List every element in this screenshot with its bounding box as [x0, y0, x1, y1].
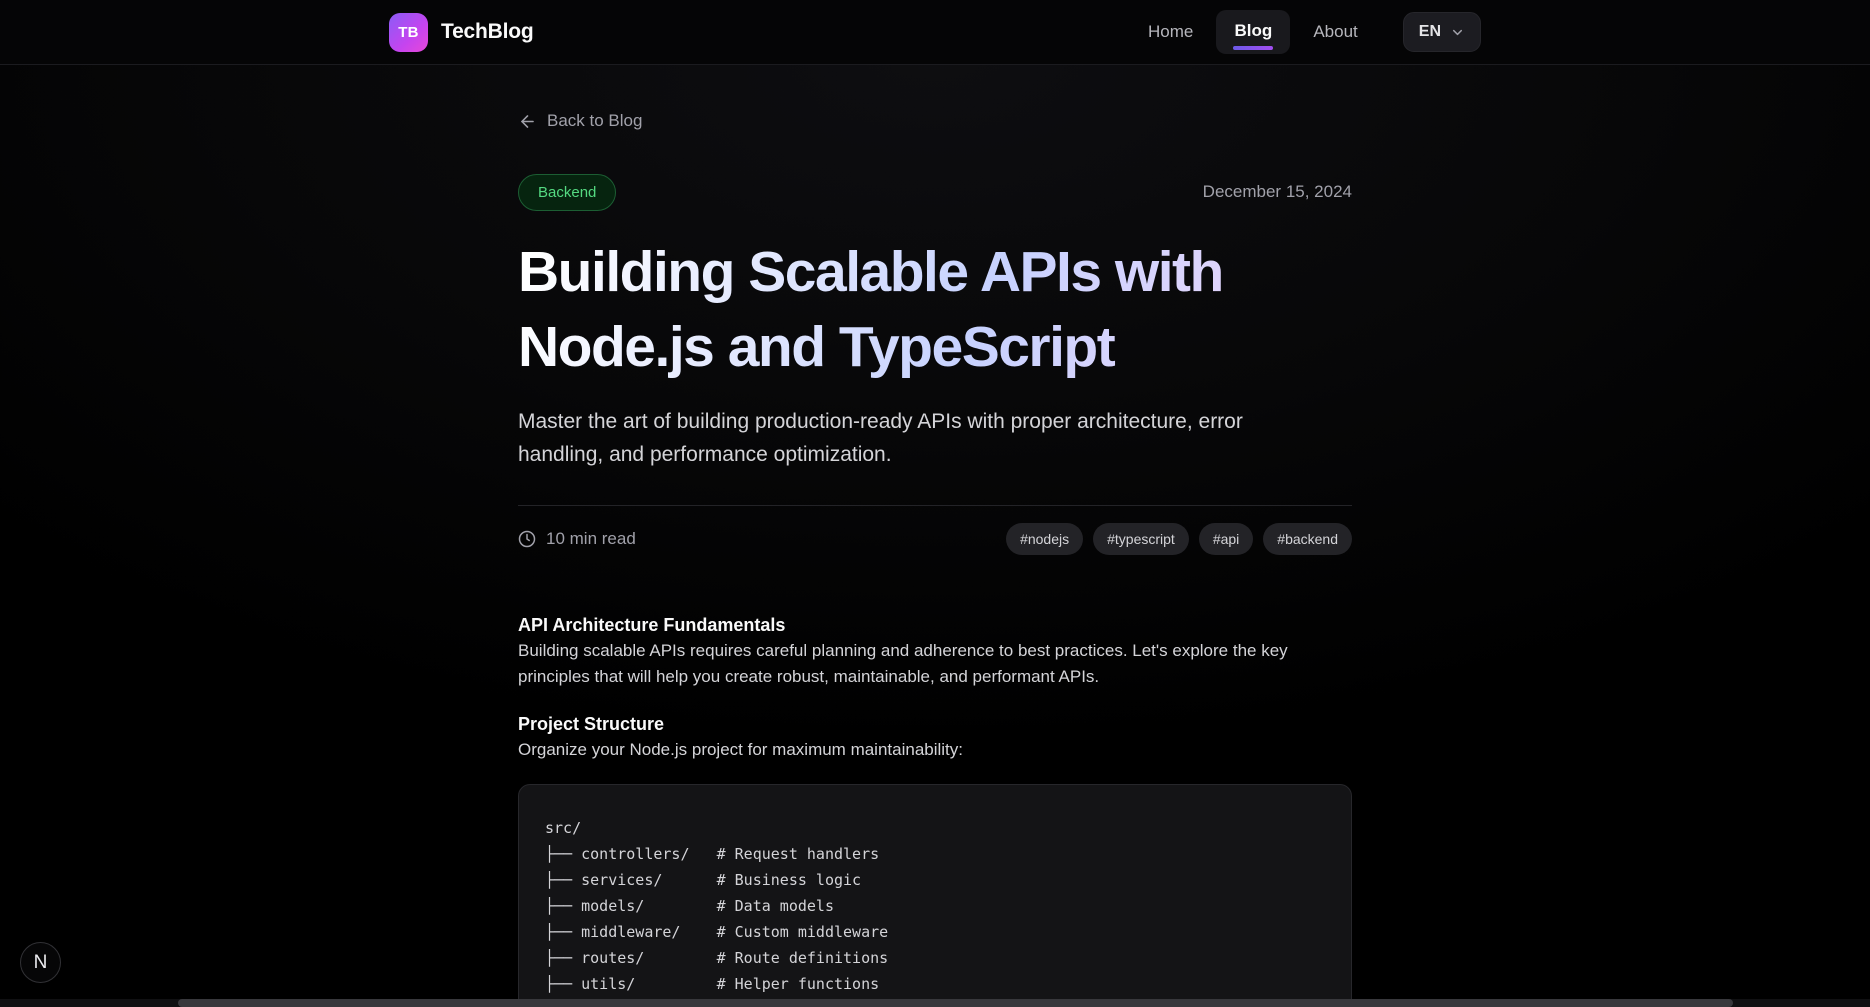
tag-list: #nodejs #typescript #api #backend	[1006, 523, 1352, 555]
section-heading-project-structure: Project Structure	[518, 711, 1352, 737]
read-time-label: 10 min read	[546, 529, 636, 549]
horizontal-scrollbar-track	[0, 999, 1870, 1007]
nextjs-dev-indicator[interactable]: N	[20, 942, 61, 983]
nav-menu: Home Blog About EN	[1131, 10, 1481, 54]
navbar: TB TechBlog Home Blog About EN	[0, 0, 1870, 65]
back-to-blog-link[interactable]: Back to Blog	[518, 111, 642, 131]
nav-item-label: Blog	[1234, 21, 1272, 41]
section-text: Building scalable APIs requires careful …	[518, 638, 1352, 690]
language-selector[interactable]: EN	[1403, 12, 1481, 52]
tag-api[interactable]: #api	[1199, 523, 1253, 555]
nav-item-home[interactable]: Home	[1131, 11, 1210, 53]
article-title-line1: Building Scalable APIs with	[518, 240, 1223, 304]
nav-item-about[interactable]: About	[1296, 11, 1374, 53]
section-heading-api-architecture: API Architecture Fundamentals	[518, 612, 1352, 638]
active-underline	[1233, 46, 1273, 50]
techblog-logo-icon: TB	[389, 13, 428, 52]
code-block[interactable]: src/ ├── controllers/ # Request handlers…	[518, 784, 1352, 1007]
language-selected: EN	[1419, 23, 1441, 41]
tag-backend[interactable]: #backend	[1263, 523, 1352, 555]
nav-item-blog[interactable]: Blog	[1216, 10, 1290, 54]
nextjs-n-icon: N	[34, 952, 48, 974]
article-meta-bottom: 10 min read #nodejs #typescript #api #ba…	[518, 506, 1352, 555]
brand-name: TechBlog	[441, 20, 534, 44]
article-page: Back to Blog Backend December 15, 2024 B…	[518, 65, 1352, 1007]
brand-home-link[interactable]: TB TechBlog	[389, 13, 534, 52]
category-badge[interactable]: Backend	[518, 174, 616, 211]
read-time: 10 min read	[518, 529, 636, 549]
logo-text: TB	[398, 24, 418, 41]
back-link-label: Back to Blog	[547, 111, 642, 131]
arrow-left-icon	[518, 112, 537, 131]
horizontal-scrollbar-thumb[interactable]	[178, 999, 1733, 1007]
tag-typescript[interactable]: #typescript	[1093, 523, 1189, 555]
article-body: API Architecture Fundamentals Building s…	[518, 612, 1352, 1007]
article-title-line2: Node.js and TypeScript	[518, 315, 1114, 379]
article-date: December 15, 2024	[1203, 182, 1352, 202]
navbar-inner: TB TechBlog Home Blog About EN	[389, 10, 1481, 54]
clock-icon	[518, 530, 536, 548]
nav-item-label: About	[1313, 22, 1357, 42]
section-text: Organize your Node.js project for maximu…	[518, 737, 1352, 763]
article-subtitle: Master the art of building production-re…	[518, 405, 1333, 471]
tag-nodejs[interactable]: #nodejs	[1006, 523, 1083, 555]
code-content: src/ ├── controllers/ # Request handlers…	[545, 815, 1325, 1007]
nav-item-label: Home	[1148, 22, 1193, 42]
article-title: Building Scalable APIs with Node.js and T…	[518, 235, 1352, 385]
chevron-down-icon	[1450, 25, 1465, 40]
article-meta-top: Backend December 15, 2024	[518, 174, 1352, 211]
